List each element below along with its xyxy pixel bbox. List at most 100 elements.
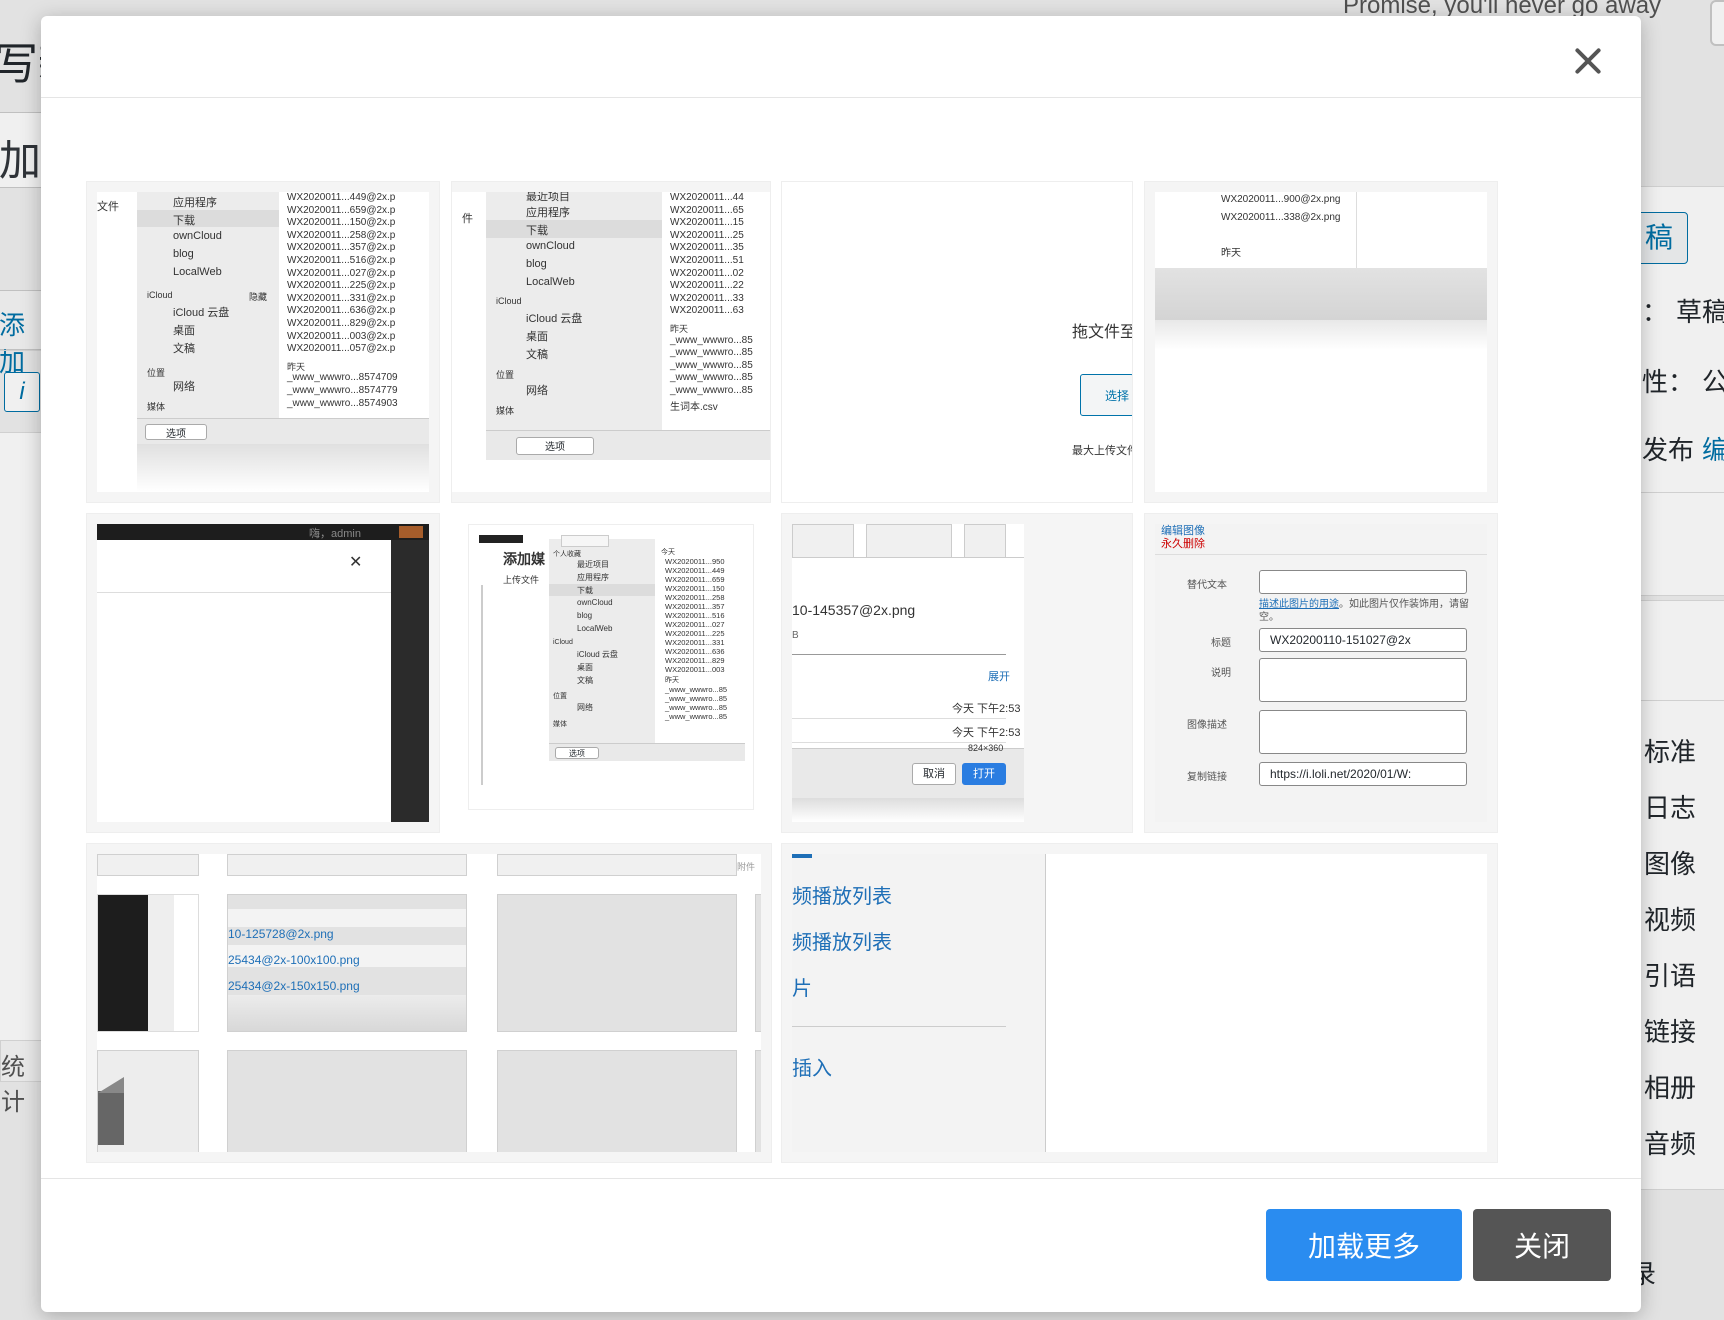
section-label: 媒体 [496,406,515,416]
file-row: WX2020011...900@2x.png [1221,194,1341,205]
image-thumbnail-1[interactable]: 文件 应用程序 下载 ownCloud blog LocalWeb iCloud… [87,182,439,502]
sidebar-item: iCloud 云盘 [526,313,583,325]
grid-tile [97,894,199,1032]
section-label: 昨天 [287,361,306,372]
file-rows: WX2020011...950 WX2020011...449 WX202001… [665,557,727,721]
modal-header [41,16,1641,98]
file-row: WX2020011...225 [665,629,725,638]
sidebar-item: ownCloud [173,230,222,242]
alt-text-help: 描述此图片的用途。如此图片仅作装饰用，请留空。 [1259,598,1473,624]
image-dimensions: 824×360 [968,743,1004,753]
file-row: _www_wwwro...85 [670,334,753,346]
file-name: 10-145357@2x.png [792,602,916,618]
file-row: WX2020011...829 [665,656,725,665]
sidebar-item: LocalWeb [526,276,575,288]
screenshot-upload-area: 拖文件至 选择 最大上传文件 [782,182,1132,502]
grid-tile [497,894,737,1032]
divider [481,585,483,785]
screenshot-modal-blank: 嗨，admin ✕ [97,524,429,822]
grid-tile [497,854,737,876]
close-icon: ✕ [349,554,363,571]
sidebar-item: 桌面 [526,331,548,343]
section-label: 今天 [661,549,675,556]
row-band [228,995,466,1031]
top-boxes [792,524,1024,558]
admin-bar [479,535,523,543]
file-row: WX2020011...25 [670,229,744,241]
created-date: 今天 下午2:53 [952,703,1021,715]
dialog-footer: 824×360 取消 打开 [792,743,1024,798]
sidebar-item: ownCloud [577,598,613,607]
dialog-shadow [792,798,1024,822]
finder-file-list: 今天 WX2020011...950 WX2020011...449 WX202… [659,539,745,743]
file-row: WX2020011...516 [665,611,725,620]
section-label: 昨天 [670,323,689,334]
close-icon[interactable] [1573,46,1603,76]
sidebar-item: 文稿 [526,349,548,361]
nav-buttons [561,535,609,547]
file-row: WX2020011...258@2x.p [287,229,396,241]
finder-file-list: WX2020011...449@2x.p WX2020011...659@2x.… [283,192,429,418]
section-label: iCloud [147,290,173,300]
image-thumbnail-7[interactable]: 10-145357@2x.png B 展开 今天 下午2:53 今天 下午2:5… [782,514,1132,832]
image-thumbnail-10[interactable]: 频播放列表 频播放列表 片 插入 [782,844,1497,1162]
sidebar-item: 最近项目 [577,560,609,569]
file-row: _www_wwwro...85 [670,359,753,371]
screenshot-file-dialog: 件 最近项目 应用程序 下载 ownCloud blog LocalWeb iC… [452,192,770,492]
dark-shape [98,1077,124,1093]
image-thumbnail-3[interactable]: 拖文件至 选择 最大上传文件 [782,182,1132,502]
screenshot-attachment-details: 编辑图像 永久删除 替代文本 描述此图片的用途。如此图片仅作装饰用，请留空。 标… [1155,524,1487,822]
finder-sidebar: 最近项目 应用程序 下载 ownCloud blog LocalWeb iClo… [486,192,662,430]
close-button[interactable]: 关闭 [1473,1209,1611,1281]
image-grid: 文件 应用程序 下载 ownCloud blog LocalWeb iCloud… [41,98,1641,1178]
grid-tile [227,854,467,876]
modal-title: 添加媒 [503,551,545,567]
row-band [228,909,466,927]
image-thumbnail-5[interactable]: 嗨，admin ✕ [87,514,439,832]
file-row: WX2020011...636@2x.p [287,305,396,317]
open-button: 打开 [962,763,1006,785]
sidebar-item: blog [526,258,547,270]
sidebar-item: ownCloud [526,240,575,252]
title-input: WX20200110-151027@2x [1259,628,1467,652]
menu-link-video-playlist-2: 频播放列表 [792,932,892,954]
image-thumbnail-8[interactable]: 编辑图像 永久删除 替代文本 描述此图片的用途。如此图片仅作装饰用，请留空。 标… [1145,514,1497,832]
grid-tile: 10-125728@2x.png 25434@2x-100x100.png 25… [227,894,467,1032]
dialog-header-text: 件 [462,213,473,225]
finder-sidebar: 应用程序 下载 ownCloud blog LocalWeb iCloud 隐藏… [137,192,279,418]
upload-tab: 上传文件 [503,575,540,585]
grid-tile [755,1050,761,1152]
file-row: WX2020011...636 [665,647,725,656]
load-more-button[interactable]: 加载更多 [1266,1209,1462,1281]
image-thumbnail-9[interactable]: 附件 10-125728@2x.png 25434@2x-100x100.png… [87,844,771,1162]
file-row: WX2020011...331 [665,638,725,647]
dialog-footer: 选项 [486,430,770,460]
sidebar-item: 最近项目 [526,192,570,203]
file-row: WX2020011...02 [670,267,744,279]
file-row: _www_wwwro...85 [665,685,728,694]
file-row: WX2020011...659@2x.p [287,204,396,216]
sidebar-item: blog [173,248,194,260]
section-label: 昨天 [1221,248,1241,259]
admin-greeting: 嗨，admin [309,528,361,540]
file-row: WX2020011...44 [670,192,744,203]
sidebar-item: 下载 [577,586,593,595]
grid-tile [97,1050,199,1152]
drag-files-text: 拖文件至 [1072,324,1132,341]
modified-date: 今天 下午2:53 [952,727,1021,739]
sidebar-item: 文稿 [173,343,195,355]
dark-shape [98,1091,124,1145]
image-thumbnail-4[interactable]: WX2020011...900@2x.png WX2020011...338@2… [1145,182,1497,502]
grid-tile [227,1050,467,1152]
menu-link-video-playlist: 频播放列表 [792,886,892,908]
box [866,524,952,558]
screenshot-file-info: 10-145357@2x.png B 展开 今天 下午2:53 今天 下午2:5… [792,524,1024,822]
sidebar-item: LocalWeb [577,624,613,633]
alt-text-label: 替代文本 [1187,580,1227,591]
file-row: _www_wwwro...85 [665,712,728,721]
image-thumbnail-2[interactable]: 件 最近项目 应用程序 下载 ownCloud blog LocalWeb iC… [452,182,770,502]
section-label: 位置 [147,368,166,378]
image-thumbnail-6[interactable]: 添加媒 上传文件 个人收藏 最近项目 应用程序 下载 ownCloud blog… [469,525,753,809]
dialog-shadow [1155,320,1487,350]
selected-row [549,584,655,596]
